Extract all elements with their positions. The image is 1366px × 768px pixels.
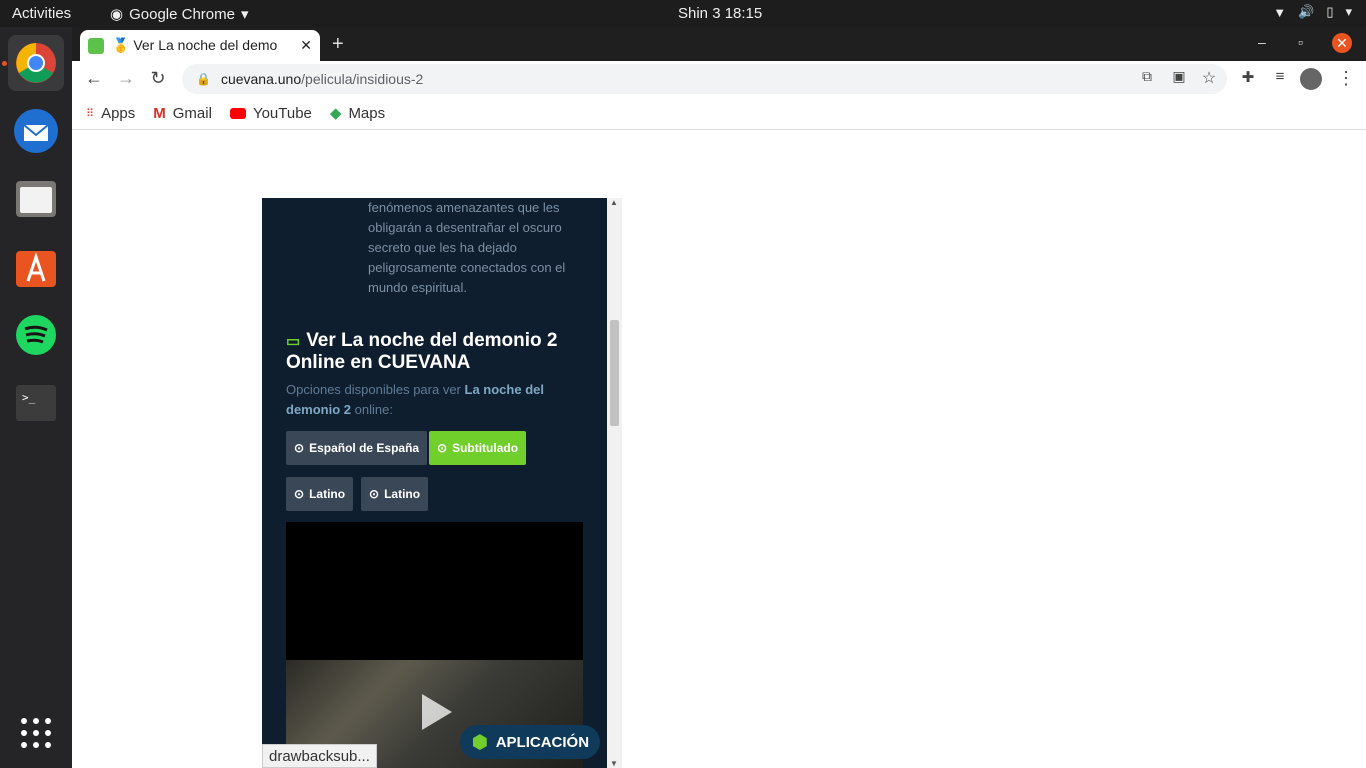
watch-heading: ▭ Ver La noche del demonio 2 Online en CU… [286,330,558,373]
youtube-icon [229,107,246,119]
option-espanol-button[interactable]: ⊙ Español de España [286,431,428,465]
maps-icon: ◆ [329,105,342,122]
play-icon[interactable] [422,694,452,730]
url-path: /pelicula/insidious-2 [301,71,424,87]
avatar[interactable] [1300,68,1322,90]
url-host: cuevana.uno [220,71,302,87]
apps-grid-icon: ⠿ [86,107,95,120]
files-icon[interactable] [8,171,64,227]
browser-tab[interactable]: 🥇 Ver La noche del demo ✕ [80,30,320,61]
bookmark-star-icon[interactable]: ☆ [1197,68,1221,90]
media-control-icon[interactable]: ≡ [1268,68,1292,90]
popup-blocked-icon[interactable]: ▣ [1167,68,1191,90]
back-icon[interactable]: ← [82,68,106,90]
chrome-small-icon: ◉ [110,6,124,23]
status-bubble: drawbacksub... [262,744,377,768]
wifi-icon: ▼ [1273,4,1287,20]
chrome-icon[interactable] [8,35,64,91]
scroll-down-icon[interactable]: ▼ [610,759,618,768]
minimize-icon[interactable]: – [1258,34,1266,50]
volume-icon: 🔊 [1298,4,1315,19]
options-text: Opciones disponibles para ver La noche d… [286,382,544,417]
favicon-icon [88,37,104,54]
scroll-up-icon[interactable]: ▲ [610,198,618,207]
close-window-icon[interactable]: ✕ [1332,33,1352,53]
activities-button[interactable]: Activities [12,5,71,22]
new-tab-button[interactable]: + [332,33,344,56]
scrollbar[interactable]: ▲ ▼ [607,198,622,768]
dock: >_ [0,27,72,768]
tab-title: 🥇 Ver La noche del demo [112,37,278,53]
video-camera-icon: ▭ [286,333,301,350]
app-grid-icon[interactable] [8,705,64,761]
forward-icon[interactable]: → [114,68,138,90]
play-circle-icon: ⊙ [369,487,380,501]
play-circle-icon: ⊙ [437,441,448,455]
option-latino-button[interactable]: ⊙ Latino [286,477,354,511]
chevron-down-icon: ▾ [240,6,249,23]
address-bar[interactable]: 🔒 cuevana.uno/pelicula/insidious-2 [182,64,1227,94]
menu-kebab-icon[interactable]: ⋮ [1334,68,1358,90]
maximize-icon[interactable]: ▫ [1298,34,1303,50]
scrollbar-thumb[interactable] [610,320,619,426]
option-latino-2-button[interactable]: ⊙ Latino [361,477,429,511]
reload-icon[interactable]: ↻ [146,68,170,90]
battery-icon: ▯ [1326,4,1334,19]
bookmark-gmail[interactable]: M Gmail [153,105,212,122]
system-tray[interactable]: ▼ 🔊 ▯ ▾ [1273,4,1352,20]
option-subtitulado-button[interactable]: ⊙ Subtitulado [429,431,527,465]
svg-text:>_: >_ [22,391,36,404]
bookmarks-bar: ⠿ Apps M Gmail YouTube ◆ Maps [72,97,1366,130]
browser-toolbar: ← → ↻ 🔒 cuevana.uno/pelicula/insidious-2… [72,61,1366,97]
bookmark-apps[interactable]: ⠿ Apps [86,105,135,122]
software-icon[interactable] [8,239,64,295]
spotify-icon[interactable] [8,307,64,363]
lock-icon: 🔒 [196,72,211,86]
content-panel: fenómenos amenazantes que les obligarán … [262,198,607,768]
web-page: fenómenos amenazantes que les obligarán … [72,131,1366,768]
close-tab-icon[interactable]: ✕ [300,37,312,54]
tab-strip: 🥇 Ver La noche del demo ✕ + – ▫ ✕ [72,27,1366,61]
extensions-icon[interactable]: ✚ [1236,68,1260,90]
gmail-icon: M [153,104,166,122]
terminal-icon[interactable]: >_ [8,375,64,431]
play-circle-icon: ⊙ [294,441,305,455]
android-icon: ⬢ [472,731,488,752]
thunderbird-icon[interactable] [8,103,64,159]
bookmark-youtube[interactable]: YouTube [229,105,312,122]
active-indicator [2,61,7,66]
extension-blocked-icon[interactable]: ⧉ [1135,68,1159,90]
play-circle-icon: ⊙ [294,487,305,501]
app-menu[interactable]: ◉ Google Chrome ▾ [110,5,249,24]
app-download-button[interactable]: ⬢ APLICACIÓN [460,725,600,759]
synopsis-text: fenómenos amenazantes que les obligarán … [368,200,566,295]
top-bar: Activities ◉ Google Chrome ▾ Shin 3 18:1… [0,0,1366,27]
bookmark-maps[interactable]: ◆ Maps [329,104,385,123]
clock[interactable]: Shin 3 18:15 [678,5,762,22]
app-name: Google Chrome [129,5,235,23]
chevron-down-icon: ▾ [1345,4,1352,19]
